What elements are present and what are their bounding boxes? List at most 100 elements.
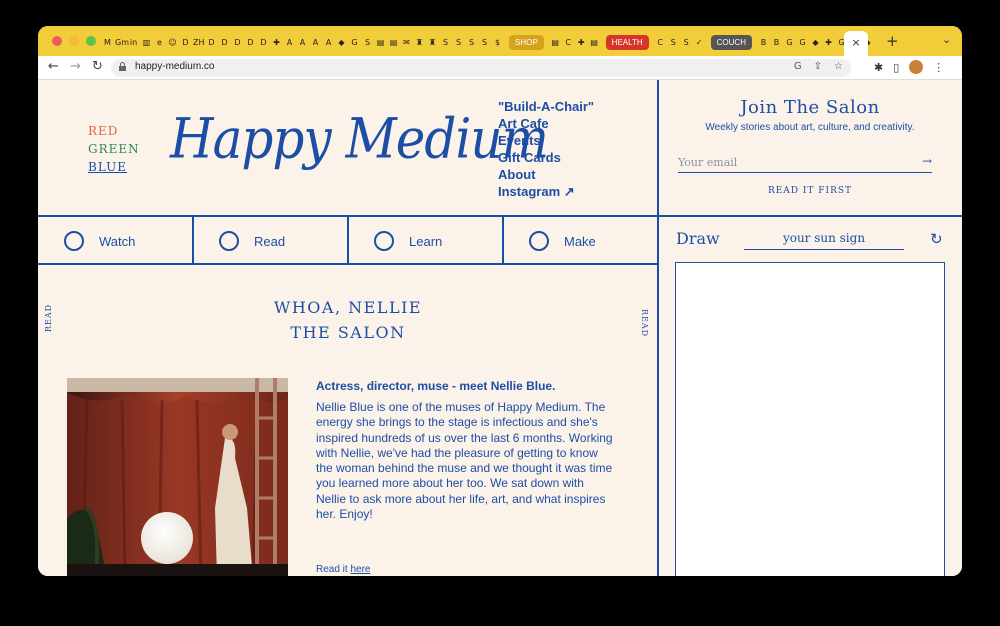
submit-arrow-icon[interactable]: → — [922, 154, 932, 168]
tab-favicon-icon[interactable]: ♜ — [414, 36, 425, 49]
google-icon[interactable]: G — [794, 61, 802, 72]
tab-favicon-icon[interactable]: ✓ — [694, 36, 705, 49]
sun-sign-prompt[interactable]: your sun sign — [744, 231, 904, 250]
tab-favicon-icon[interactable]: Gm — [115, 36, 129, 49]
tab-favicon-icon[interactable]: D — [180, 36, 191, 49]
nav-events[interactable]: Events — [498, 132, 594, 149]
tab-favicon-icon[interactable]: D — [258, 36, 269, 49]
tab-favicon-icon[interactable]: ✚ — [271, 36, 282, 49]
tab-favicon-icon[interactable]: ▤ — [589, 36, 600, 49]
tab-favicon-icon[interactable]: D — [245, 36, 256, 49]
active-tab[interactable]: × — [844, 31, 868, 56]
tab-favicon-icon[interactable]: ◆ — [810, 36, 821, 49]
tab-favicon-icon[interactable]: G — [797, 36, 808, 49]
tab-favicon-icon[interactable]: ☺ — [167, 36, 178, 49]
tab-favicon-icon[interactable]: ZH — [193, 36, 205, 49]
category-label: Make — [564, 233, 596, 249]
tab-favicon-icon[interactable]: A — [284, 36, 295, 49]
tab-favicon-icon[interactable]: ✚ — [823, 36, 834, 49]
tab-favicon-icon[interactable]: C — [655, 36, 666, 49]
site-logo[interactable]: Happy Medium — [170, 107, 549, 171]
tab-favicon-icon[interactable]: S — [453, 36, 464, 49]
category-watch[interactable]: Watch — [38, 217, 192, 265]
tab-list: M Gm in ▥ e ☺ D ZH D D D D D ✚ A A A A ◆ G S ▤ ▤ ✉ ♜ ♜ S S S S $ SHOP ▤ C… — [102, 33, 873, 51]
tab-favicon-icon[interactable]: ♜ — [427, 36, 438, 49]
window-controls — [52, 36, 96, 46]
tab-search-button[interactable]: ⌄ — [942, 33, 951, 46]
nav-instagram[interactable]: Instagram ↗ — [498, 183, 594, 200]
email-field[interactable]: Your email → — [678, 153, 932, 173]
tab-favicon-icon[interactable]: A — [323, 36, 334, 49]
category-read[interactable]: Read — [193, 217, 347, 265]
tab-favicon-icon[interactable]: ✚ — [576, 36, 587, 49]
tab-favicon-icon[interactable]: M — [102, 36, 113, 49]
side-panel-icon[interactable]: ▯ — [893, 61, 899, 74]
tab-close-icon[interactable]: × — [851, 36, 860, 49]
tab-favicon-icon[interactable]: B — [758, 36, 769, 49]
salon-subtitle: Weekly stories about art, culture, and c… — [705, 122, 915, 133]
tab-favicon-icon[interactable]: ▤ — [375, 36, 386, 49]
tab-favicon-icon[interactable]: in — [128, 36, 139, 49]
address-bar[interactable]: happy-medium.co G ⇪ ☆ — [111, 59, 851, 77]
bookmark-star-icon[interactable]: ☆ — [834, 61, 843, 72]
tab-favicon-icon[interactable]: S — [466, 36, 477, 49]
radio-icon — [374, 231, 394, 251]
read-it-first-button[interactable]: READ IT FIRST — [658, 186, 962, 196]
tab-favicon-icon[interactable]: C — [563, 36, 574, 49]
profile-avatar[interactable] — [909, 60, 924, 74]
reload-icon[interactable]: ↻ — [92, 59, 103, 74]
tab-group-shop[interactable]: SHOP — [509, 34, 544, 50]
heading-line-1: WHOA, NELLIE — [273, 298, 423, 317]
tab-favicon-icon[interactable]: S — [681, 36, 692, 49]
tab-favicon-icon[interactable]: A — [310, 36, 321, 49]
drawing-canvas[interactable] — [675, 262, 945, 576]
tab-favicon-icon[interactable]: B — [771, 36, 782, 49]
tab-favicon-icon[interactable]: e — [154, 36, 165, 49]
tab-favicon-icon[interactable]: ✉ — [401, 36, 412, 49]
radio-icon — [529, 231, 549, 251]
category-label: Watch — [99, 233, 136, 249]
share-icon[interactable]: ⇪ — [814, 61, 822, 72]
tab-favicon-icon[interactable]: D — [232, 36, 243, 49]
tab-favicon-icon[interactable]: S — [668, 36, 679, 49]
close-window-button[interactable] — [52, 36, 62, 46]
tab-favicon-icon[interactable]: ◆ — [336, 36, 347, 49]
tab-favicon-icon[interactable]: ▤ — [550, 36, 561, 49]
minimize-window-button[interactable] — [69, 36, 79, 46]
forward-icon[interactable]: → — [70, 59, 81, 74]
salon-title: Join The Salon — [740, 97, 880, 118]
tab-favicon-icon[interactable]: A — [297, 36, 308, 49]
tab-favicon-icon[interactable]: S — [479, 36, 490, 49]
tab-group-health[interactable]: HEALTH — [605, 34, 649, 50]
tab-favicon-icon[interactable]: G — [349, 36, 360, 49]
read-it-here-link[interactable]: here — [350, 564, 370, 575]
category-make[interactable]: Make — [503, 217, 657, 265]
refresh-icon[interactable]: ↻ — [930, 230, 943, 248]
tab-favicon-icon[interactable]: S — [440, 36, 451, 49]
menu-icon[interactable]: ⋮ — [933, 61, 944, 74]
color-option-green[interactable]: GREEN — [88, 140, 140, 158]
article-photo — [67, 378, 288, 576]
tab-favicon-icon[interactable]: ▥ — [141, 36, 152, 49]
extensions-icon[interactable]: ✱ — [874, 61, 883, 74]
color-option-blue[interactable]: BLUE — [88, 158, 140, 176]
radio-icon — [64, 231, 84, 251]
color-option-red[interactable]: RED — [88, 122, 140, 140]
omnibox-actions: G ⇪ ☆ — [794, 61, 843, 72]
tab-group-couch[interactable]: COUCH — [710, 34, 752, 50]
nav-gift-cards[interactable]: Gift Cards — [498, 149, 594, 166]
category-learn[interactable]: Learn — [348, 217, 502, 265]
nav-about[interactable]: About — [498, 166, 594, 183]
tab-favicon-icon[interactable]: $ — [492, 36, 503, 49]
zoom-window-button[interactable] — [86, 36, 96, 46]
tab-favicon-icon[interactable]: D — [206, 36, 217, 49]
nav-build-a-chair[interactable]: "Build-A-Chair" — [498, 98, 594, 115]
back-icon[interactable]: ← — [48, 59, 59, 74]
tab-favicon-icon[interactable]: D — [219, 36, 230, 49]
tab-favicon-icon[interactable]: G — [784, 36, 795, 49]
tab-favicon-icon[interactable]: ▤ — [388, 36, 399, 49]
tab-favicon-icon[interactable]: S — [362, 36, 373, 49]
nav-art-cafe[interactable]: Art Cafe — [498, 115, 594, 132]
new-tab-button[interactable]: + — [886, 32, 899, 50]
photo-illustration — [67, 378, 288, 576]
